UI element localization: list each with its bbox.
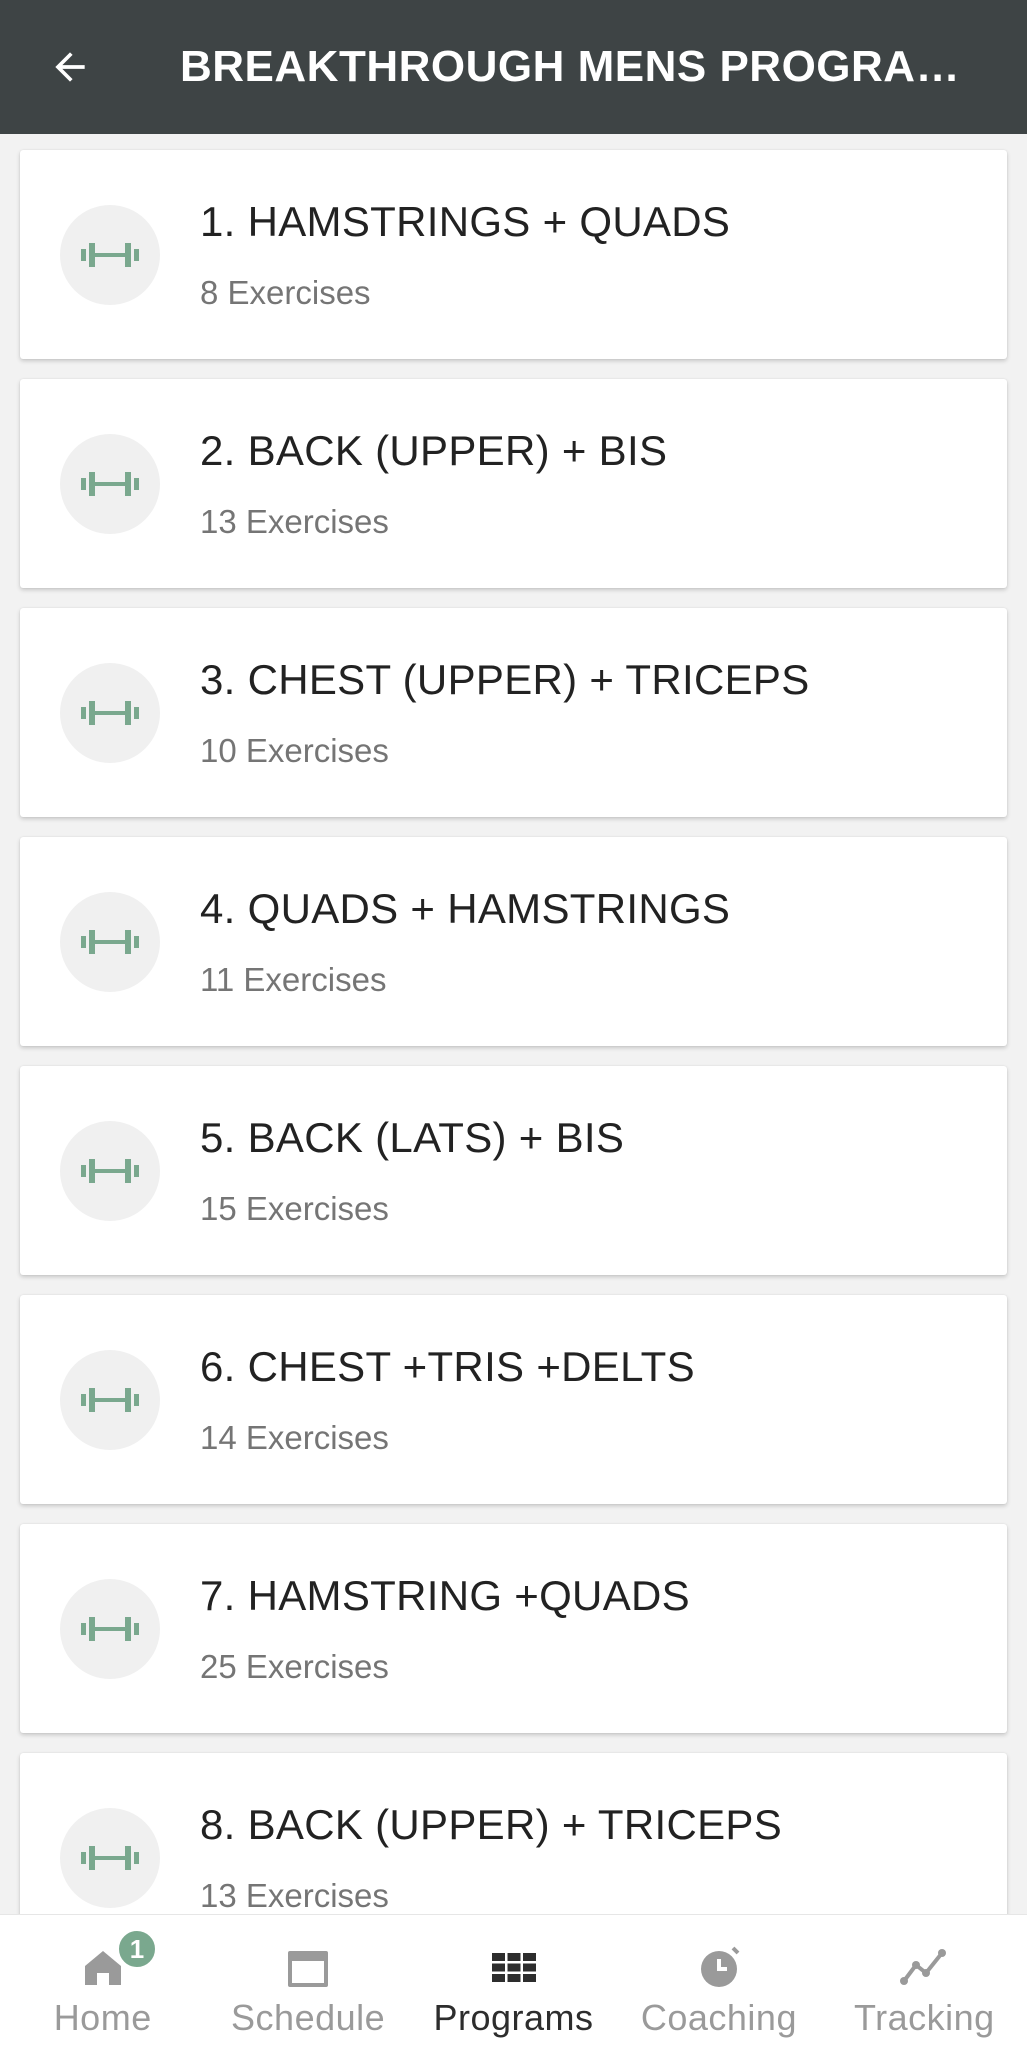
back-button[interactable] bbox=[0, 0, 140, 134]
line-chart-icon bbox=[900, 1949, 947, 1985]
workout-text: 1. HAMSTRINGS + QUADS 8 Exercises bbox=[200, 198, 730, 312]
nav-item-schedule[interactable]: Schedule bbox=[205, 1915, 410, 2048]
workout-card[interactable]: 8. BACK (UPPER) + TRICEPS 13 Exercises bbox=[20, 1753, 1007, 1914]
app-root: BREAKTHROUGH MENS PROGRA… 1. HAMSTRINGS … bbox=[0, 0, 1027, 2048]
workout-text: 3. CHEST (UPPER) + TRICEPS 10 Exercises bbox=[200, 656, 810, 770]
workout-icon-circle bbox=[60, 1120, 160, 1221]
grid-icon bbox=[491, 1953, 536, 1982]
notification-badge: 1 bbox=[117, 1929, 157, 1969]
workout-title: 3. CHEST (UPPER) + TRICEPS bbox=[200, 655, 810, 703]
top-app-bar: BREAKTHROUGH MENS PROGRA… bbox=[0, 0, 1027, 134]
nav-label-coaching: Coaching bbox=[640, 1997, 797, 2038]
workout-title: 1. HAMSTRINGS + QUADS bbox=[200, 197, 731, 245]
workout-text: 8. BACK (UPPER) + TRICEPS 13 Exercises bbox=[200, 1801, 782, 1915]
workout-title: 6. CHEST +TRIS +DELTS bbox=[200, 1342, 695, 1390]
exercise-count: 8 Exercises bbox=[200, 273, 371, 311]
workout-card[interactable]: 2. BACK (UPPER) + BIS 13 Exercises bbox=[20, 379, 1007, 588]
workout-icon-circle bbox=[60, 433, 160, 534]
workout-text: 2. BACK (UPPER) + BIS 13 Exercises bbox=[200, 427, 667, 541]
exercise-count: 11 Exercises bbox=[200, 960, 387, 998]
nav-label-programs: Programs bbox=[433, 1997, 594, 2038]
workout-icon-circle bbox=[60, 204, 160, 305]
nav-label-schedule: Schedule bbox=[231, 1997, 386, 2038]
workout-card[interactable]: 6. CHEST +TRIS +DELTS 14 Exercises bbox=[20, 1295, 1007, 1504]
exercise-count: 25 Exercises bbox=[200, 1647, 389, 1685]
clock-icon bbox=[700, 1946, 740, 1987]
bottom-navigation: 1 Home Schedule Programs Coaching Tracki… bbox=[0, 1914, 1027, 2048]
workout-card[interactable]: 7. HAMSTRING +QUADS 25 Exercises bbox=[20, 1524, 1007, 1733]
calendar-icon bbox=[288, 1951, 329, 1987]
workout-card[interactable]: 4. QUADS + HAMSTRINGS 11 Exercises bbox=[20, 837, 1007, 1046]
nav-label-tracking: Tracking bbox=[853, 1997, 995, 2038]
workout-text: 6. CHEST +TRIS +DELTS 14 Exercises bbox=[200, 1343, 695, 1457]
dumbbell-icon bbox=[81, 1616, 139, 1641]
dumbbell-icon bbox=[81, 471, 139, 496]
dumbbell-icon bbox=[81, 1845, 139, 1870]
dumbbell-icon bbox=[81, 1387, 139, 1412]
workout-card[interactable]: 5. BACK (LATS) + BIS 15 Exercises bbox=[20, 1066, 1007, 1275]
arrow-left-icon bbox=[55, 52, 85, 82]
workout-text: 7. HAMSTRING +QUADS 25 Exercises bbox=[200, 1572, 690, 1686]
dumbbell-icon bbox=[81, 1158, 139, 1183]
exercise-count: 13 Exercises bbox=[200, 1876, 389, 1914]
workout-text: 4. QUADS + HAMSTRINGS 11 Exercises bbox=[200, 885, 730, 999]
nav-label-home: Home bbox=[53, 1997, 152, 2038]
nav-item-programs[interactable]: Programs bbox=[411, 1915, 616, 2048]
workout-title: 4. QUADS + HAMSTRINGS bbox=[200, 884, 731, 932]
workout-icon-circle bbox=[60, 662, 160, 763]
workout-card[interactable]: 1. HAMSTRINGS + QUADS 8 Exercises bbox=[20, 150, 1007, 359]
exercise-count: 13 Exercises bbox=[200, 502, 389, 540]
workout-title: 7. HAMSTRING +QUADS bbox=[200, 1571, 690, 1619]
workout-title: 2. BACK (UPPER) + BIS bbox=[200, 426, 668, 474]
workout-icon-circle bbox=[60, 891, 160, 992]
dumbbell-icon bbox=[81, 242, 139, 267]
nav-item-home[interactable]: 1 Home bbox=[0, 1915, 205, 2048]
exercise-count: 15 Exercises bbox=[200, 1189, 389, 1227]
dumbbell-icon bbox=[81, 929, 139, 954]
page-title: BREAKTHROUGH MENS PROGRA… bbox=[180, 42, 961, 91]
workout-title: 8. BACK (UPPER) + TRICEPS bbox=[200, 1800, 783, 1848]
workout-list[interactable]: 1. HAMSTRINGS + QUADS 8 Exercises 2. BAC… bbox=[0, 134, 1027, 1914]
nav-item-coaching[interactable]: Coaching bbox=[616, 1915, 821, 2048]
exercise-count: 10 Exercises bbox=[200, 731, 389, 769]
workout-text: 5. BACK (LATS) + BIS 15 Exercises bbox=[200, 1114, 624, 1228]
workout-title: 5. BACK (LATS) + BIS bbox=[200, 1113, 625, 1161]
workout-icon-circle bbox=[60, 1578, 160, 1679]
exercise-count: 14 Exercises bbox=[200, 1418, 389, 1456]
workout-card[interactable]: 3. CHEST (UPPER) + TRICEPS 10 Exercises bbox=[20, 608, 1007, 817]
workout-icon-circle bbox=[60, 1349, 160, 1450]
dumbbell-icon bbox=[81, 700, 139, 725]
nav-item-tracking[interactable]: Tracking bbox=[822, 1915, 1027, 2048]
workout-icon-circle bbox=[60, 1807, 160, 1908]
